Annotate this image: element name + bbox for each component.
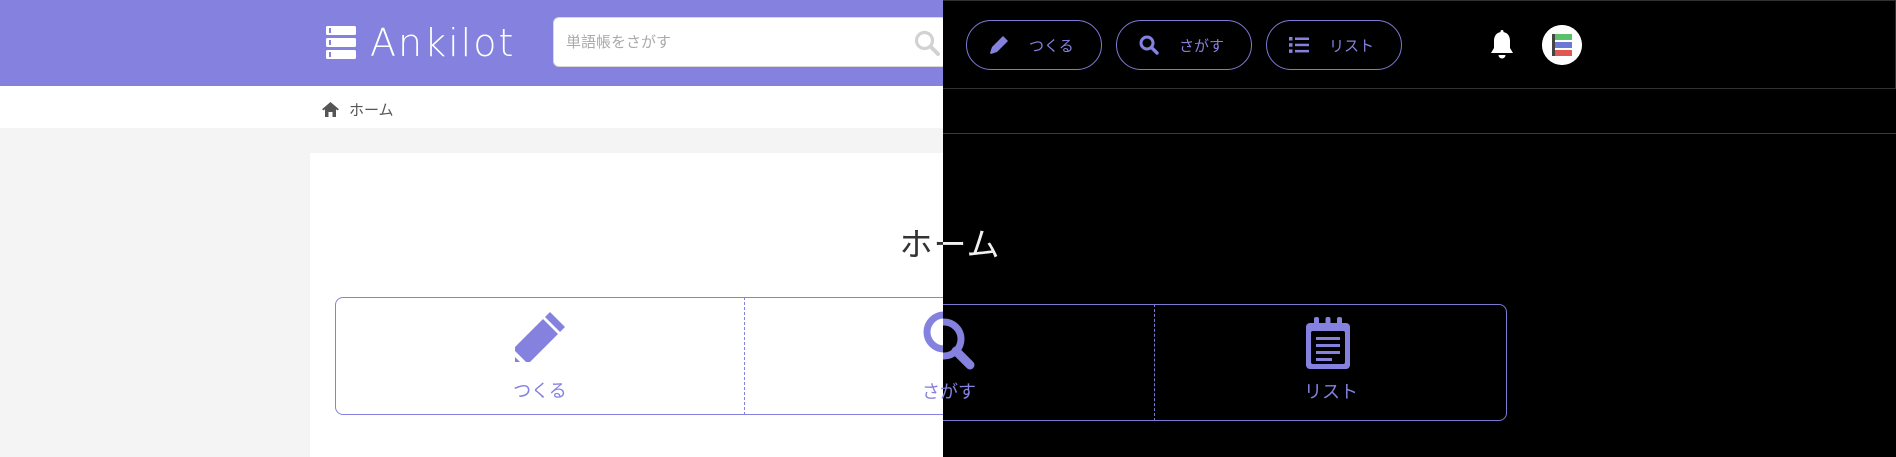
tile-find-label-dark: さがす bbox=[943, 382, 976, 403]
tile-make[interactable]: つくる bbox=[336, 298, 744, 414]
tiles-dark: さがす リスト bbox=[943, 0, 1896, 457]
pencil-icon bbox=[515, 312, 565, 362]
tile-find-dark[interactable]: さがす bbox=[943, 305, 1153, 420]
tile-find-label: さがす bbox=[922, 382, 943, 403]
notepad-icon bbox=[1306, 317, 1350, 369]
tile-list-label: リスト bbox=[1304, 382, 1358, 403]
magnifier-icon bbox=[943, 318, 975, 370]
tile-list[interactable]: リスト bbox=[1155, 305, 1507, 420]
tile-find[interactable]: さがす bbox=[745, 298, 943, 414]
tiles-light: つくる さがす bbox=[0, 0, 943, 457]
tile-make-label: つくる bbox=[513, 381, 567, 402]
magnifier-icon bbox=[923, 311, 943, 353]
